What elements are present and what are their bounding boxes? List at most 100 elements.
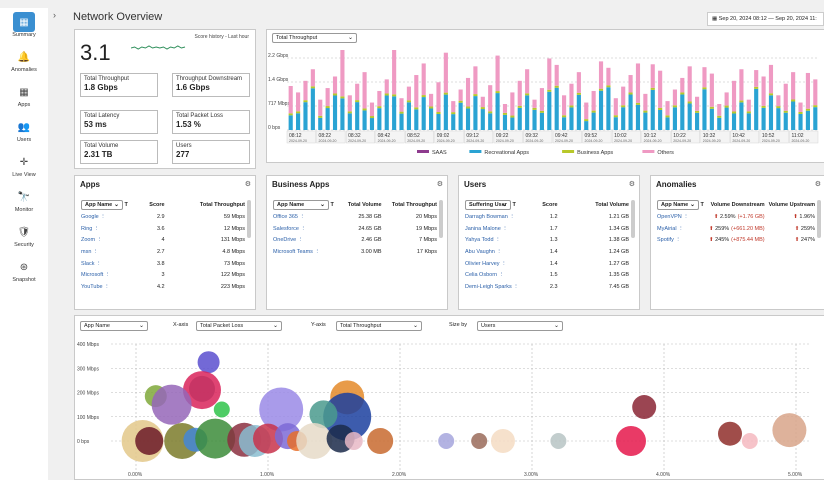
bubble-point[interactable] — [772, 413, 807, 448]
bubble-point[interactable] — [296, 423, 333, 459]
table-row[interactable]: Darragh Bowman ⋮ 1.2 1.21 GB — [463, 211, 631, 223]
column-header[interactable]: Total Throughput — [167, 198, 247, 211]
table-row[interactable]: OpenVPN ⋮ ⬆ 2.59% (+1.76 GB) ⬆ 1.96% — [655, 211, 817, 223]
row-menu-icon[interactable]: ⋮ — [103, 272, 111, 278]
table-row[interactable]: Janina Malone ⋮ 1.7 1.34 GB — [463, 223, 631, 235]
table-row[interactable]: Spotify ⋮ ⬆ 245% (+875.44 MB) ⬆ 247% — [655, 234, 817, 246]
bubble-point[interactable] — [438, 433, 455, 449]
legend-label[interactable]: SAAS — [432, 150, 447, 156]
apps-filter-select[interactable]: App Name — [81, 199, 123, 210]
bubble-point[interactable] — [151, 384, 192, 425]
bubble-point[interactable] — [213, 401, 230, 418]
table-row[interactable]: Olivier Harvey ⋮ 1.4 1.27 GB — [463, 258, 631, 270]
row-menu-icon[interactable]: ⋮ — [512, 284, 519, 290]
row-name[interactable]: Spotify ⋮ — [655, 234, 707, 246]
column-header[interactable]: Volume Upstream — [767, 198, 817, 211]
row-menu-icon[interactable]: ⋮ — [500, 261, 507, 267]
table-row[interactable]: Slack ⋮ 3.8 73 Mbps — [79, 258, 247, 270]
row-menu-icon[interactable]: ⋮ — [94, 261, 102, 267]
throughput-metric-select[interactable]: Total Throughput — [272, 33, 357, 43]
gear-icon[interactable]: ⚙ — [629, 180, 635, 188]
legend-label[interactable]: Business Apps — [577, 150, 613, 156]
filter-icon[interactable]: T — [511, 202, 516, 208]
bubble-point[interactable] — [189, 375, 215, 402]
anomalies-filter-select[interactable]: App Name — [657, 199, 699, 210]
row-menu-icon[interactable]: ⋮ — [99, 214, 106, 220]
row-menu-icon[interactable]: ⋮ — [95, 237, 103, 243]
row-name[interactable]: Google ⋮ — [79, 211, 135, 223]
bubble-point[interactable] — [344, 432, 363, 450]
row-name[interactable]: Celia Osborn ⋮ — [463, 269, 523, 281]
bubble-point[interactable] — [490, 429, 515, 453]
legend-label[interactable]: Others — [657, 150, 674, 156]
bubble-group-select[interactable]: App Name — [80, 321, 148, 331]
gear-icon[interactable]: ⚙ — [815, 180, 821, 188]
table-row[interactable]: MyAirial ⋮ ⬆ 259% (+661.20 MB) ⬆ 259% — [655, 223, 817, 235]
table-row[interactable]: msn ⋮ 2.7 4.8 Mbps — [79, 246, 247, 258]
table-row[interactable]: Abu Vaughn ⋮ 1.4 1.24 GB — [463, 246, 631, 258]
table-row[interactable]: Zoom ⋮ 4 131 Mbps — [79, 234, 247, 246]
bubble-point[interactable] — [367, 428, 394, 454]
row-name[interactable]: Darragh Bowman ⋮ — [463, 211, 523, 223]
row-name[interactable]: Salesforce ⋮ — [271, 223, 341, 235]
table-row[interactable]: Microsoft ⋮ 3 122 Mbps — [79, 269, 247, 281]
row-name[interactable]: Abu Vaughn ⋮ — [463, 246, 523, 258]
row-menu-icon[interactable]: ⋮ — [682, 214, 689, 220]
row-menu-icon[interactable]: ⋮ — [299, 226, 307, 232]
row-name[interactable]: Microsoft ⋮ — [79, 269, 135, 281]
bubble-point[interactable] — [197, 351, 220, 374]
table-row[interactable]: Demi-Leigh Sparks ⋮ 2.3 7.45 GB — [463, 281, 631, 293]
row-menu-icon[interactable]: ⋮ — [495, 249, 502, 255]
table-row[interactable]: Salesforce ⋮ 24.65 GB 19 Mbps — [271, 223, 439, 235]
bubble-point[interactable] — [718, 421, 742, 446]
filter-icon[interactable]: T — [699, 202, 704, 208]
nav-apps[interactable]: ▦ Apps — [0, 82, 48, 109]
y-axis-select[interactable]: Total Throughput — [336, 321, 422, 331]
bubble-point[interactable] — [616, 426, 646, 456]
nav-snapshot[interactable]: ⊛ Snapshot — [0, 257, 48, 284]
apps-scrollbar[interactable] — [247, 200, 251, 238]
business-filter-select[interactable]: App Name — [273, 199, 329, 210]
anomalies-scrollbar[interactable] — [817, 200, 821, 238]
row-name[interactable]: OneDrive ⋮ — [271, 234, 341, 246]
x-axis-select[interactable]: Total Packet Loss — [196, 321, 282, 331]
row-name[interactable]: Yahya Todd ⋮ — [463, 234, 523, 246]
row-menu-icon[interactable]: ⋮ — [103, 284, 110, 290]
row-name[interactable]: MyAirial ⋮ — [655, 223, 707, 235]
nav-monitor[interactable]: 🔭 Monitor — [0, 187, 48, 214]
table-row[interactable]: Office 365 ⋮ 25.38 GB 20 Mbps — [271, 211, 439, 223]
row-name[interactable]: msn ⋮ — [79, 246, 135, 258]
date-range-picker[interactable]: ▦ Sep 20, 2024 08:12 — Sep 20, 2024 11: — [707, 12, 824, 26]
business-scrollbar[interactable] — [439, 200, 443, 238]
row-name[interactable]: Zoom ⋮ — [79, 234, 135, 246]
row-menu-icon[interactable]: ⋮ — [674, 237, 681, 243]
row-menu-icon[interactable]: ⋮ — [298, 214, 306, 220]
column-header[interactable]: Score — [135, 198, 167, 211]
nav-users[interactable]: 👥 Users — [0, 117, 48, 144]
row-menu-icon[interactable]: ⋮ — [92, 226, 100, 232]
size-by-select[interactable]: Users — [477, 321, 563, 331]
users-filter-select[interactable]: Suffering User — [465, 199, 511, 210]
row-menu-icon[interactable]: ⋮ — [501, 226, 508, 232]
row-name[interactable]: Slack ⋮ — [79, 258, 135, 270]
nav-live-view[interactable]: ✛ Live View — [0, 152, 48, 179]
nav-anomalies[interactable]: 🔔 Anomalies — [0, 47, 48, 74]
column-header[interactable]: Total Volume — [341, 198, 384, 211]
table-row[interactable]: Celia Osborn ⋮ 1.5 1.35 GB — [463, 269, 631, 281]
row-menu-icon[interactable]: ⋮ — [508, 214, 515, 220]
row-name[interactable]: Olivier Harvey ⋮ — [463, 258, 523, 270]
column-header[interactable]: Total Volume — [560, 198, 631, 211]
row-name[interactable]: YouTube ⋮ — [79, 281, 135, 293]
bubble-point[interactable] — [471, 433, 488, 449]
row-name[interactable]: Janina Malone ⋮ — [463, 223, 523, 235]
row-menu-icon[interactable]: ⋮ — [296, 237, 304, 243]
filter-icon[interactable]: T — [329, 202, 334, 208]
nav-security[interactable]: 🛡 Security — [0, 222, 48, 249]
row-name[interactable]: OpenVPN ⋮ — [655, 211, 707, 223]
column-header[interactable]: Score — [523, 198, 560, 211]
table-row[interactable]: Google ⋮ 2.9 59 Mbps — [79, 211, 247, 223]
filter-icon[interactable]: T — [123, 202, 128, 208]
row-menu-icon[interactable]: ⋮ — [313, 249, 320, 255]
table-row[interactable]: OneDrive ⋮ 2.46 GB 7 Mbps — [271, 234, 439, 246]
column-header[interactable]: Total Throughput — [384, 198, 439, 211]
